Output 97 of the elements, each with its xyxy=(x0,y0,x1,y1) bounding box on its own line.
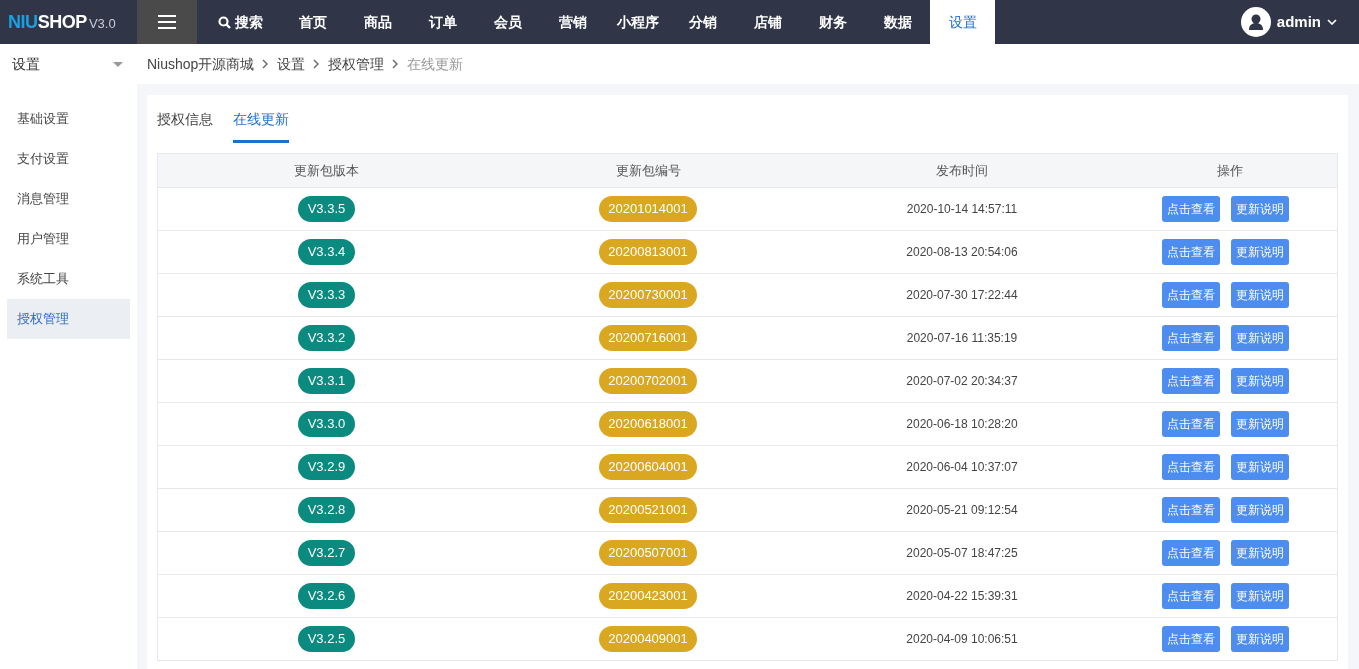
chevron-icon xyxy=(392,59,400,69)
nav-tab[interactable]: 设置 xyxy=(930,0,995,44)
breadcrumb-link[interactable]: 授权管理 xyxy=(328,53,385,75)
search-button[interactable]: 搜索 xyxy=(197,0,283,44)
view-button[interactable]: 点击查看 xyxy=(1161,497,1220,523)
caret-icon xyxy=(113,61,123,67)
sidebar-item[interactable]: 系统工具 xyxy=(7,259,130,299)
package-number-badge: 20201014001 xyxy=(599,196,697,222)
version-badge: V3.2.5 xyxy=(297,626,356,652)
view-button[interactable]: 点击查看 xyxy=(1161,368,1220,394)
version-badge: V3.3.3 xyxy=(297,282,356,308)
version-badge: V3.3.4 xyxy=(297,239,356,265)
nav-tab[interactable]: 商品 xyxy=(345,0,410,44)
user-menu[interactable]: admin xyxy=(1240,0,1359,44)
notes-button[interactable]: 更新说明 xyxy=(1230,411,1289,437)
version-badge: V3.3.0 xyxy=(297,411,356,437)
nav-tab[interactable]: 小程序 xyxy=(605,0,670,44)
version-badge: V3.2.6 xyxy=(297,583,356,609)
sidebar-item[interactable]: 支付设置 xyxy=(7,139,130,179)
package-number-badge: 20200423001 xyxy=(599,583,697,609)
table-cell-text: 2020-06-18 10:28:20 xyxy=(905,416,1019,433)
view-button[interactable]: 点击查看 xyxy=(1161,282,1220,308)
nav-tab[interactable]: 营销 xyxy=(540,0,605,44)
breadcrumb-link[interactable]: Niushop开源商城 xyxy=(147,53,255,75)
logo-text: NIU xyxy=(8,10,38,34)
view-button[interactable]: 点击查看 xyxy=(1161,325,1220,351)
nav-tab[interactable]: 订单 xyxy=(410,0,475,44)
view-button[interactable]: 点击查看 xyxy=(1161,196,1220,222)
table-cell-text: 2020-10-14 14:57:11 xyxy=(905,201,1019,218)
notes-button[interactable]: 更新说明 xyxy=(1230,239,1289,265)
package-number-badge: 20200813001 xyxy=(599,239,697,265)
package-number-badge: 20200409001 xyxy=(599,626,697,652)
caret-icon xyxy=(1327,19,1337,25)
table-cell-text: 2020-08-13 20:54:06 xyxy=(905,244,1019,261)
user-name: admin xyxy=(1276,11,1321,32)
version-badge: V3.3.2 xyxy=(297,325,356,351)
sidebar-header[interactable]: 设置 xyxy=(0,44,137,84)
package-number-badge: 20200702001 xyxy=(599,368,697,394)
table-cell-text: 2020-07-30 17:22:44 xyxy=(905,287,1019,304)
nav-tab[interactable]: 店铺 xyxy=(735,0,800,44)
table-cell-text: 2020-04-22 15:39:31 xyxy=(905,588,1019,605)
version-badge: V3.2.8 xyxy=(297,497,356,523)
view-button[interactable]: 点击查看 xyxy=(1161,239,1220,265)
chevron-icon xyxy=(262,59,270,69)
view-button[interactable]: 点击查看 xyxy=(1161,540,1220,566)
notes-button[interactable]: 更新说明 xyxy=(1230,196,1289,222)
version-badge: V3.3.5 xyxy=(297,196,356,222)
view-button[interactable]: 点击查看 xyxy=(1161,626,1220,652)
column-header: 操作 xyxy=(1216,161,1244,180)
version-label: V3.0 xyxy=(88,14,116,33)
chevron-icon xyxy=(313,59,321,69)
logo-text: SHOP xyxy=(37,10,87,34)
nav-tab[interactable]: 分销 xyxy=(670,0,735,44)
table-cell-text: 2020-05-07 18:47:25 xyxy=(905,545,1019,562)
notes-button[interactable]: 更新说明 xyxy=(1230,540,1289,566)
column-header: 更新包版本 xyxy=(293,161,360,180)
sidebar-item[interactable]: 用户管理 xyxy=(7,219,130,259)
sidebar-item[interactable]: 授权管理 xyxy=(7,299,130,339)
sidebar-item[interactable]: 基础设置 xyxy=(7,99,130,139)
menu-button[interactable] xyxy=(137,0,197,44)
column-header: 发布时间 xyxy=(935,161,989,180)
notes-button[interactable]: 更新说明 xyxy=(1230,454,1289,480)
package-number-badge: 20200604001 xyxy=(599,454,697,480)
tab[interactable]: 授权信息 xyxy=(157,95,213,143)
column-header: 更新包编号 xyxy=(614,161,682,180)
notes-button[interactable]: 更新说明 xyxy=(1230,497,1289,523)
nav-tab[interactable]: 数据 xyxy=(865,0,930,44)
notes-button[interactable]: 更新说明 xyxy=(1230,325,1289,351)
version-badge: V3.2.7 xyxy=(297,540,356,566)
notes-button[interactable]: 更新说明 xyxy=(1230,583,1289,609)
notes-button[interactable]: 更新说明 xyxy=(1230,282,1289,308)
package-number-badge: 20200507001 xyxy=(599,540,697,566)
view-button[interactable]: 点击查看 xyxy=(1161,583,1220,609)
version-badge: V3.3.1 xyxy=(297,368,356,394)
search-icon xyxy=(217,15,231,29)
avatar-icon xyxy=(1240,7,1271,37)
version-badge: V3.2.9 xyxy=(297,454,356,480)
table-cell-text: 2020-07-16 11:35:19 xyxy=(905,330,1019,347)
table-cell-text: 2020-04-09 10:06:51 xyxy=(905,631,1019,648)
table-cell-text: 2020-06-04 10:37:07 xyxy=(905,459,1019,476)
table-cell-text: 2020-07-02 20:34:37 xyxy=(905,373,1019,390)
breadcrumb-link[interactable]: 设置 xyxy=(277,53,306,75)
nav-tab[interactable]: 财务 xyxy=(800,0,865,44)
sidebar-item[interactable]: 消息管理 xyxy=(7,179,130,219)
view-button[interactable]: 点击查看 xyxy=(1161,411,1220,437)
package-number-badge: 20200716001 xyxy=(599,325,697,351)
table-cell-text: 2020-05-21 09:12:54 xyxy=(905,502,1019,519)
package-number-badge: 20200618001 xyxy=(599,411,697,437)
notes-button[interactable]: 更新说明 xyxy=(1230,626,1289,652)
nav-tab[interactable]: 首页 xyxy=(280,0,345,44)
menu-icon xyxy=(158,15,176,29)
tab[interactable]: 在线更新 xyxy=(233,95,289,143)
package-number-badge: 20200730001 xyxy=(599,282,697,308)
package-number-badge: 20200521001 xyxy=(599,497,697,523)
notes-button[interactable]: 更新说明 xyxy=(1230,368,1289,394)
nav-tab[interactable]: 会员 xyxy=(475,0,540,44)
view-button[interactable]: 点击查看 xyxy=(1161,454,1220,480)
